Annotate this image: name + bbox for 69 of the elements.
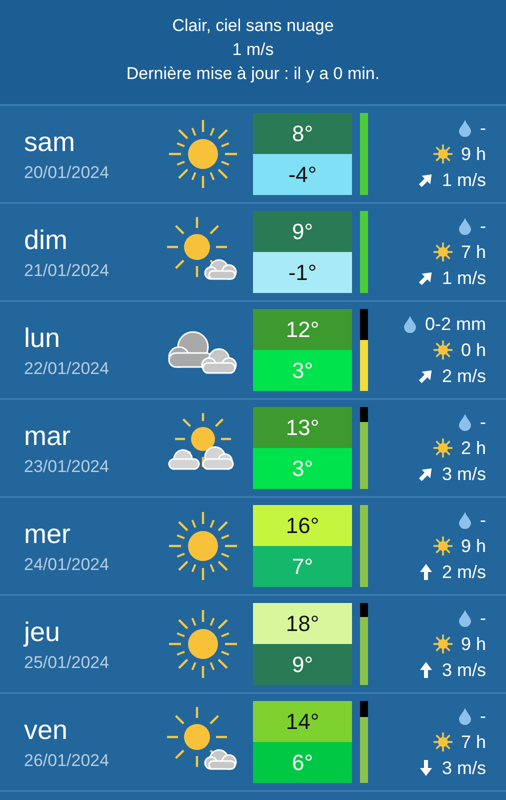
sun-icon — [432, 144, 453, 164]
precipitation-text: - — [480, 412, 486, 432]
day-name: ven — [24, 714, 68, 747]
sun-icon — [432, 242, 453, 262]
sunshine-text: 9 h — [460, 634, 486, 654]
precipitation-text: - — [480, 608, 486, 628]
sunshine-text: 0 h — [460, 340, 486, 360]
raindrop-icon — [458, 609, 472, 627]
wind-text: 2 m/s — [442, 366, 486, 386]
high-temperature: 16° — [253, 505, 352, 546]
day-name: jeu — [24, 616, 60, 649]
day-name: mer — [24, 518, 70, 551]
low-temperature: -4° — [253, 154, 352, 195]
raindrop-icon — [458, 413, 472, 431]
precipitation-text: - — [480, 706, 486, 726]
high-temperature: 13° — [253, 407, 352, 448]
wind-text: 2 m/s — [442, 562, 486, 582]
date-text: 26/01/2024 — [24, 751, 110, 771]
sun-icon — [432, 732, 453, 752]
high-temperature: 9° — [253, 211, 352, 252]
wind-arrow-icon — [418, 759, 434, 777]
header-text: Clair, ciel sans nuage — [172, 15, 334, 37]
high-temperature: 8° — [253, 113, 352, 154]
low-temperature: 6° — [253, 742, 352, 783]
raindrop-icon — [458, 511, 472, 529]
sunshine-text: 9 h — [460, 536, 486, 556]
sunshine-text: 7 h — [460, 732, 486, 752]
raindrop-icon — [458, 217, 472, 235]
low-temperature: -1° — [253, 252, 352, 293]
wind-text: 1 m/s — [442, 170, 486, 190]
high-temperature: 12° — [253, 309, 352, 350]
sun-icon — [432, 536, 453, 556]
date-text: 23/01/2024 — [24, 457, 110, 477]
header-text: 1 m/s — [232, 39, 274, 61]
low-temperature: 3° — [253, 448, 352, 489]
date-text: 20/01/2024 — [24, 163, 110, 183]
wind-text: 3 m/s — [442, 758, 486, 778]
raindrop-icon — [402, 315, 417, 333]
date-text: 24/01/2024 — [24, 555, 110, 575]
sun-icon — [432, 634, 453, 654]
precipitation-text: - — [480, 216, 486, 236]
wind-arrow-icon — [418, 661, 434, 679]
sunshine-text: 2 h — [460, 438, 486, 458]
sun-icon — [432, 438, 453, 458]
sun-icon — [432, 340, 453, 360]
wind-text: 3 m/s — [442, 464, 486, 484]
sunshine-text: 7 h — [460, 242, 486, 262]
sunshine-text: 9 h — [460, 144, 486, 164]
day-name: dim — [24, 224, 68, 257]
precipitation-text: - — [480, 118, 486, 138]
raindrop-icon — [458, 119, 472, 137]
wind-text: 1 m/s — [442, 268, 486, 288]
high-temperature: 14° — [253, 701, 352, 742]
header-text: Dernière mise à jour : il y a 0 min. — [126, 63, 380, 85]
day-name: lun — [24, 322, 60, 355]
precipitation-text: - — [480, 510, 486, 530]
high-temperature: 18° — [253, 603, 352, 644]
day-name: sam — [24, 126, 76, 159]
low-temperature: 3° — [253, 350, 352, 391]
day-name: mar — [24, 420, 70, 453]
low-temperature: 7° — [253, 546, 352, 587]
date-text: 22/01/2024 — [24, 359, 110, 379]
raindrop-icon — [458, 707, 472, 725]
precipitation-text: 0-2 mm — [424, 314, 486, 334]
date-text: 21/01/2024 — [24, 261, 110, 281]
low-temperature: 9° — [253, 644, 352, 685]
date-text: 25/01/2024 — [24, 653, 110, 673]
wind-text: 3 m/s — [442, 660, 486, 680]
wind-arrow-icon — [418, 563, 434, 581]
